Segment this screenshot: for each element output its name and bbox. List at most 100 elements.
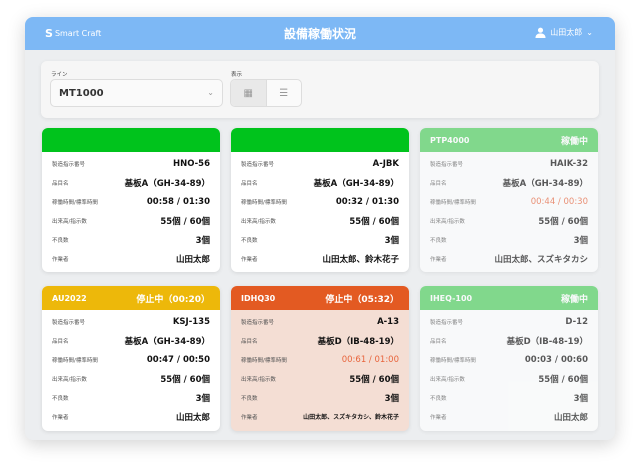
- machine-name: AU2022: [52, 293, 87, 303]
- card-row: 作業者 山田太郎、鈴木花子: [231, 249, 409, 268]
- field-value: 55個 / 60個: [349, 216, 399, 227]
- card-row: 品目名 基板A（GH-34-89）: [42, 331, 220, 350]
- field-value: 3個: [195, 235, 210, 246]
- field-label: 不良数: [430, 395, 447, 402]
- grid-icon: ▦: [243, 87, 253, 99]
- card-row: 稼働時間/標準時間 00:58 / 01:30: [42, 192, 220, 211]
- field-value: HAIK-32: [549, 158, 588, 169]
- field-value: 基板D（IB-48-19）: [317, 336, 399, 347]
- field-value: 55個 / 60個: [538, 216, 588, 227]
- card-row: 作業者 山田太郎: [42, 249, 220, 268]
- card-header: PTP4000 稼働中: [420, 128, 598, 152]
- field-value: 3個: [195, 393, 210, 404]
- card-row: 作業者 山田太郎、スズキタカシ、鈴木花子: [231, 407, 409, 426]
- field-value: 00:03 / 00:60: [524, 354, 588, 365]
- card-row: 出来高/指示数 55個 / 60個: [231, 369, 409, 388]
- user-icon: [535, 27, 546, 38]
- field-label: 出来高/指示数: [241, 376, 276, 383]
- card-row: 稼働時間/標準時間 00:61 / 01:00: [231, 350, 409, 369]
- field-value: HNO-56: [173, 158, 210, 169]
- card-row: 出来高/指示数 55個 / 60個: [420, 211, 598, 230]
- card-row: 稼働時間/標準時間 00:47 / 00:50: [42, 350, 220, 369]
- card-row: 製造指示番号 A-JBK: [231, 154, 409, 173]
- card-row: 製造指示番号 HAIK-32: [420, 154, 598, 173]
- field-value: 山田太郎: [175, 412, 210, 423]
- user-name: 山田太郎: [550, 28, 583, 37]
- field-label: 品目名: [241, 338, 258, 345]
- machine-card[interactable]: AU2022 停止中（00:20） 製造指示番号 KSJ-135 品目名 基板A（GH-…: [42, 286, 220, 431]
- field-value: 3個: [384, 235, 399, 246]
- line-select[interactable]: MT1000 ⌄: [50, 79, 223, 107]
- field-label: 作業者: [430, 414, 447, 421]
- card-row: 作業者 山田太郎: [420, 407, 598, 426]
- machine-card[interactable]: IHEQ-100 稼働中製造指示番号 D-12 品目名 基板D（IB-48-19） 稼働…: [420, 286, 598, 431]
- field-label: 製造指示番号: [430, 319, 464, 326]
- field-label: 製造指示番号: [241, 319, 275, 326]
- grid-view-button[interactable]: ▦: [231, 80, 267, 106]
- card-row: 稼働時間/標準時間 00:03 / 00:60: [420, 350, 598, 369]
- list-view-button[interactable]: ☰: [267, 80, 302, 106]
- field-label: 製造指示番号: [241, 161, 275, 168]
- card-row: 製造指示番号 D-12: [420, 312, 598, 331]
- card-header: [231, 128, 409, 152]
- machine-card[interactable]: 製造指示番号 HNO-56 品目名 基板A（GH-34-89） 稼働時間/標準時間 00:…: [42, 128, 220, 272]
- card-row: 出来高/指示数 55個 / 60個: [420, 369, 598, 388]
- card-header: AU2022 停止中（00:20）: [42, 286, 220, 310]
- field-label: 稼働時間/標準時間: [52, 357, 98, 364]
- card-row: 品目名 基板A（GH-34-89）: [231, 173, 409, 192]
- field-label: 不良数: [241, 237, 258, 244]
- list-icon: ☰: [279, 87, 289, 99]
- card-row: 作業者 山田太郎: [42, 407, 220, 426]
- app-window: S Smart Craft 設備稼働状況 山田太郎 ⌄ ライン MT1000 ⌄ 表…: [25, 17, 615, 440]
- filter-panel: ライン MT1000 ⌄ 表示 ▦ ☰: [41, 61, 599, 118]
- field-label: 出来高/指示数: [430, 218, 465, 225]
- field-value: A-JBK: [372, 158, 399, 169]
- machine-card[interactable]: IDHQ30 停止中（05:32） 製造指示番号 A-13 品目名 基板D（IB-48-…: [231, 286, 409, 431]
- field-label: 作業者: [52, 256, 69, 263]
- field-value: 基板A（GH-34-89）: [124, 336, 210, 347]
- machine-card[interactable]: 製造指示番号 A-JBK 品目名 基板A（GH-34-89） 稼働時間/標準時間 00:3…: [231, 128, 409, 272]
- field-value: 基板D（IB-48-19）: [506, 336, 588, 347]
- card-row: 製造指示番号 HNO-56: [42, 154, 220, 173]
- card-row: 出来高/指示数 55個 / 60個: [42, 369, 220, 388]
- field-value: 基板A（GH-34-89）: [124, 178, 210, 189]
- field-value: 00:32 / 01:30: [335, 196, 399, 207]
- field-label: 品目名: [52, 338, 69, 345]
- card-header: IHEQ-100 稼働中: [420, 286, 598, 310]
- machine-card[interactable]: PTP4000 稼働中製造指示番号 HAIK-32 品目名 基板A（GH-34-89）…: [420, 128, 598, 272]
- field-value: 3個: [573, 393, 588, 404]
- page-title: 設備稼働状況: [283, 27, 356, 41]
- card-header: [42, 128, 220, 152]
- card-row: 作業者 山田太郎、スズキタカシ: [420, 249, 598, 268]
- status-badge: 停止中（05:32）: [325, 294, 399, 305]
- field-label: 出来高/指示数: [52, 218, 87, 225]
- field-value: KSJ-135: [172, 316, 210, 327]
- field-label: 稼働時間/標準時間: [241, 199, 287, 206]
- field-value: 山田太郎、鈴木花子: [322, 254, 399, 265]
- field-value: 00:44 / 00:30: [530, 196, 588, 207]
- card-row: 品目名 基板A（GH-34-89）: [420, 173, 598, 192]
- field-value: 00:61 / 01:00: [341, 354, 399, 365]
- field-value: 3個: [384, 393, 399, 404]
- field-label: 製造指示番号: [430, 161, 464, 168]
- field-label: 不良数: [430, 237, 447, 244]
- status-badge: 停止中（00:20）: [136, 294, 210, 305]
- machine-name: PTP4000: [430, 135, 470, 145]
- field-label: 作業者: [241, 256, 258, 263]
- field-value: 55個 / 60個: [160, 216, 210, 227]
- machine-name: IHEQ-100: [430, 293, 473, 303]
- user-menu[interactable]: 山田太郎 ⌄: [535, 27, 593, 38]
- card-row: 品目名 基板D（IB-48-19）: [420, 331, 598, 350]
- header-bar: S Smart Craft 設備稼働状況 山田太郎 ⌄: [25, 17, 615, 50]
- machine-name: IDHQ30: [241, 293, 276, 303]
- field-value: 基板A（GH-34-89）: [313, 178, 399, 189]
- card-row: 不良数 3個: [420, 230, 598, 249]
- card-row: 不良数 3個: [231, 388, 409, 407]
- field-label: 作業者: [430, 256, 447, 263]
- card-row: 出来高/指示数 55個 / 60個: [231, 211, 409, 230]
- field-label: 作業者: [241, 414, 258, 421]
- field-label: 出来高/指示数: [241, 218, 276, 225]
- field-value: A-13: [377, 316, 399, 327]
- field-label: 品目名: [52, 180, 69, 187]
- view-toggle: ▦ ☰: [230, 79, 302, 107]
